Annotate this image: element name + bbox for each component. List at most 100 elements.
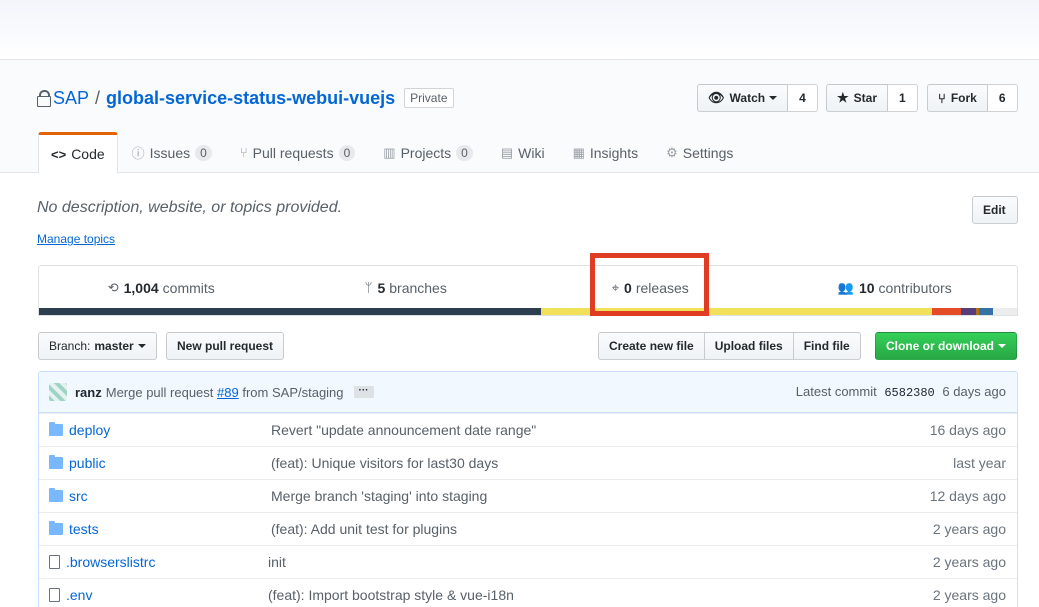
file-age: 2 years ago [932,521,1006,537]
numbers-summary: ⟲ 1,004 commits ᛘ 5 branches ⌖ 0 release… [38,265,1018,316]
watch-button[interactable]: 👁 Watch [697,84,789,112]
caret-down-icon [137,344,146,348]
language-bar-segment [931,308,962,315]
file-commit-message[interactable]: init [268,554,933,570]
file-commit-message[interactable]: (feat): Import bootstrap style & vue-i18… [268,587,933,603]
tab-pull-requests-label: Pull requests [252,144,334,161]
caret-down-icon [769,96,778,100]
summary-row: ⟲ 1,004 commits ᛘ 5 branches ⌖ 0 release… [39,266,1017,309]
branch-icon: ᛘ [364,280,373,295]
file-name-link[interactable]: tests [69,521,271,537]
commit-pr-link[interactable]: #89 [217,385,239,400]
watch-label: Watch [729,91,766,105]
repo-nav: <> Code ⓘ Issues 0 ⑂ Pull requests 0 ▥ P… [38,132,747,174]
commit-message-prefix: Merge pull request [105,384,214,400]
file-commit-message[interactable]: Revert "update announcement date range" [271,422,930,438]
commit-author[interactable]: ranz [75,385,102,400]
fork-group: ⑂ Fork 6 [927,84,1018,112]
stargazers-count[interactable]: 1 [888,84,918,112]
edit-description-button[interactable]: Edit [972,196,1018,224]
forks-count[interactable]: 6 [987,84,1018,112]
file-age: last year [953,455,1006,471]
language-bar[interactable] [39,308,1017,315]
latest-commit-bar: ranz Merge pull request #89 from SAP/sta… [39,372,1017,413]
find-file-button[interactable]: Find file [792,332,861,360]
fork-label: Fork [950,91,977,105]
repo-description: No description, website, or topics provi… [37,199,343,216]
star-button[interactable]: ★ Star [826,84,888,112]
tab-code[interactable]: <> Code [38,132,118,174]
file-name-link[interactable]: deploy [69,422,271,438]
file-row: deploy Revert "update announcement date … [39,413,1017,446]
file-age: 12 days ago [929,488,1006,504]
repo-title: SAP / global-service-status-webui-vuejs … [37,87,454,109]
file-commit-message[interactable]: (feat): Unique visitors for last30 days [271,455,953,471]
file-icon [49,588,60,602]
projects-counter: 0 [456,144,473,161]
expand-commit-button[interactable]: ··· [353,386,374,398]
fork-button[interactable]: ⑂ Fork [927,84,988,112]
file-age: 2 years ago [932,554,1006,570]
manage-topics-link[interactable]: Manage topics [37,232,115,246]
upload-files-button[interactable]: Upload files [703,332,794,360]
file-row: .browserslistrc init 2 years ago [39,545,1017,578]
language-bar-segment [961,308,976,315]
branches-count: 5 [377,279,386,296]
file-row: public (feat): Unique visitors for last3… [39,446,1017,479]
new-pull-request-button[interactable]: New pull request [166,332,285,360]
star-label: Star [853,91,877,105]
tab-insights[interactable]: ▦ Insights [559,132,653,173]
folder-icon [49,455,63,469]
file-age: 2 years ago [932,587,1006,603]
repo-owner-link[interactable]: SAP [53,88,89,109]
tab-projects[interactable]: ▥ Projects 0 [369,132,487,173]
tab-settings[interactable]: ⚙ Settings [652,132,747,173]
graph-icon: ▦ [572,144,585,160]
branch-prefix: Branch: [49,339,91,353]
tab-issues[interactable]: ⓘ Issues 0 [118,132,226,173]
folder-icon [49,422,63,436]
global-header [0,0,1039,60]
file-name-link[interactable]: .browserslistrc [66,554,268,570]
file-commit-message[interactable]: Merge branch 'staging' into staging [271,488,930,504]
commit-message: Merge pull request #89 from SAP/staging [106,385,344,400]
tab-pull-requests[interactable]: ⑂ Pull requests 0 [226,132,369,173]
latest-commit-label: Latest commit [795,384,877,399]
file-name-link[interactable]: src [69,488,271,504]
lock-icon [37,90,51,107]
file-row: src Merge branch 'staging' into staging … [39,479,1017,512]
file-row: .env (feat): Import bootstrap style & vu… [39,578,1017,607]
history-icon: ⟲ [107,279,119,295]
tab-issues-label: Issues [149,144,191,161]
clone-or-download-button[interactable]: Clone or download [875,332,1017,360]
tab-wiki[interactable]: ▤ Wiki [487,132,559,173]
branches-link[interactable]: ᛘ 5 branches [284,266,529,309]
commit-message-suffix: from SAP/staging [242,384,344,400]
commit-sha-link[interactable]: 6582380 [884,386,934,400]
create-new-file-button[interactable]: Create new file [598,332,705,360]
commits-link[interactable]: ⟲ 1,004 commits [39,266,284,309]
file-navigation: Create new file Upload files Find file [598,332,861,360]
book-icon: ▤ [500,144,514,160]
star-icon: ★ [837,90,849,105]
language-bar-segment [39,308,541,315]
project-icon: ▥ [383,144,396,160]
watchers-count[interactable]: 4 [788,84,818,112]
file-commit-message[interactable]: (feat): Add unit test for plugins [271,521,933,537]
file-name-link[interactable]: public [69,455,271,471]
branch-select-button[interactable]: Branch: master [38,332,157,360]
language-bar-segment [978,308,994,315]
latest-commit-info: Latest commit 6582380 6 days ago [796,384,1006,400]
contributors-count: 10 [858,279,875,296]
watch-group: 👁 Watch 4 [697,84,818,112]
file-icon [49,555,60,569]
repo-name-link[interactable]: global-service-status-webui-vuejs [106,88,395,109]
issue-icon: ⓘ [131,146,145,161]
commits-label: commits [162,279,215,296]
language-bar-segment [993,308,1017,315]
avatar[interactable] [49,383,67,401]
file-list: ranz Merge pull request #89 from SAP/sta… [38,371,1018,607]
folder-icon [49,521,63,535]
contributors-link[interactable]: 👥 10 contributors [773,266,1018,309]
file-name-link[interactable]: .env [66,587,268,603]
